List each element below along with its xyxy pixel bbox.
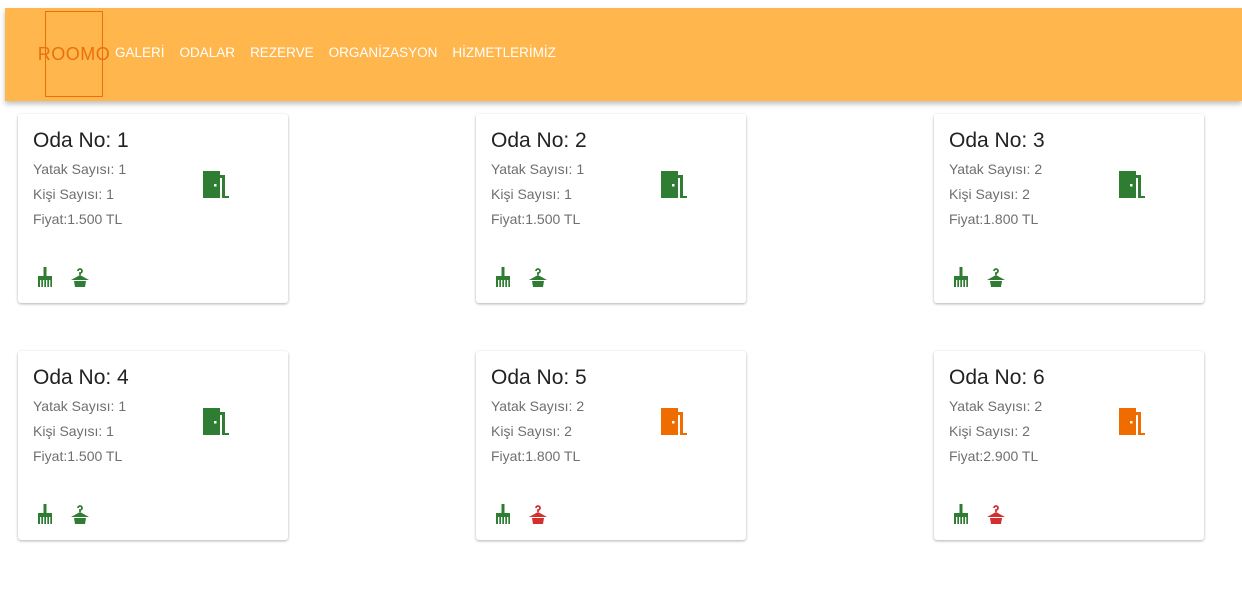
bed-count: Yatak Sayısı: 2 [949,161,1043,177]
broom-icon[interactable] [493,266,513,288]
hanger-icon[interactable] [70,503,90,525]
room-price: Fiyat:1.800 TL [949,211,1039,227]
room-price: Fiyat:1.800 TL [491,448,581,464]
person-count: Kişi Sayısı: 1 [33,186,114,202]
broom-icon[interactable] [35,266,55,288]
person-count: Kişi Sayısı: 2 [491,423,572,439]
broom-icon[interactable] [951,266,971,288]
bed-count: Yatak Sayısı: 1 [33,161,127,177]
door-icon [1114,166,1150,202]
person-count: Kişi Sayısı: 2 [949,186,1030,202]
room-price: Fiyat:1.500 TL [491,211,581,227]
hanger-icon[interactable] [70,266,90,288]
bed-count: Yatak Sayısı: 2 [949,398,1043,414]
nav-link-organizasyon[interactable]: ORGANİZASYON [329,45,438,60]
nav-link-odalar[interactable]: ODALAR [180,45,236,60]
room-card[interactable]: Oda No: 1 Yatak Sayısı: 1 Kişi Sayısı: 1… [18,114,288,303]
room-title: Oda No: 5 [491,366,587,389]
broom-icon[interactable] [35,503,55,525]
room-card[interactable]: Oda No: 6 Yatak Sayısı: 2 Kişi Sayısı: 2… [934,351,1204,540]
door-icon [1114,403,1150,439]
room-card[interactable]: Oda No: 4 Yatak Sayısı: 1 Kişi Sayısı: 1… [18,351,288,540]
room-title: Oda No: 1 [33,129,129,152]
hanger-icon[interactable] [986,266,1006,288]
logo[interactable]: ROOMO [38,11,110,97]
nav-link-hizmetlerimiz[interactable]: HİZMETLERİMİZ [452,45,556,60]
room-title: Oda No: 2 [491,129,587,152]
person-count: Kişi Sayısı: 1 [33,423,114,439]
room-price: Fiyat:2.900 TL [949,448,1039,464]
hanger-icon[interactable] [986,503,1006,525]
hanger-icon[interactable] [528,266,548,288]
person-count: Kişi Sayısı: 1 [491,186,572,202]
bed-count: Yatak Sayısı: 1 [33,398,127,414]
room-title: Oda No: 6 [949,366,1045,389]
nav-link-rezerve[interactable]: REZERVE [250,45,314,60]
hanger-icon[interactable] [528,503,548,525]
room-card[interactable]: Oda No: 2 Yatak Sayısı: 1 Kişi Sayısı: 1… [476,114,746,303]
main-nav: GALERİ ODALAR REZERVE ORGANİZASYON HİZME… [115,45,571,60]
person-count: Kişi Sayısı: 2 [949,423,1030,439]
room-card[interactable]: Oda No: 5 Yatak Sayısı: 2 Kişi Sayısı: 2… [476,351,746,540]
room-title: Oda No: 4 [33,366,129,389]
top-app-bar: ROOMO GALERİ ODALAR REZERVE ORGANİZASYON… [5,8,1242,101]
door-icon [198,166,234,202]
room-card[interactable]: Oda No: 3 Yatak Sayısı: 2 Kişi Sayısı: 2… [934,114,1204,303]
bed-count: Yatak Sayısı: 1 [491,161,585,177]
broom-icon[interactable] [493,503,513,525]
nav-link-galeri[interactable]: GALERİ [115,45,165,60]
bed-count: Yatak Sayısı: 2 [491,398,585,414]
door-icon [656,403,692,439]
door-icon [656,166,692,202]
room-price: Fiyat:1.500 TL [33,448,123,464]
room-price: Fiyat:1.500 TL [33,211,123,227]
door-icon [198,403,234,439]
room-title: Oda No: 3 [949,129,1045,152]
broom-icon[interactable] [951,503,971,525]
